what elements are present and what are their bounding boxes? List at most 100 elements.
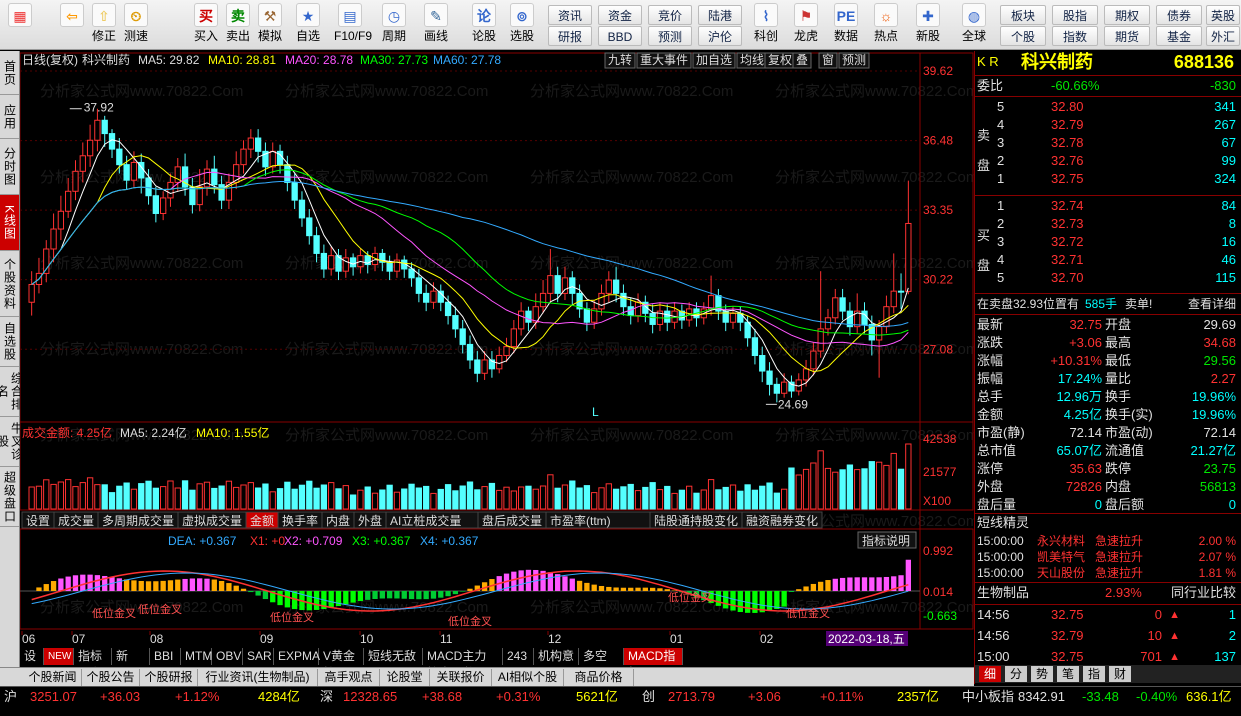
indicator-tab[interactable]: MACD主力控盘函数	[423, 648, 503, 680]
compare-sector-button[interactable]: 同行业比较	[1171, 584, 1236, 602]
volume-bar	[846, 464, 854, 510]
news-tab[interactable]: AI相似个股	[492, 669, 564, 686]
news-tab[interactable]: 关联报价	[430, 669, 492, 686]
nav-tab[interactable]: 综合排名	[0, 367, 24, 417]
pending-order-text: 在卖盘32.93位置有	[977, 297, 1080, 311]
tick-tab[interactable]: 笔	[1057, 666, 1079, 682]
indicator-tab[interactable]: 机构意愿A	[534, 648, 579, 680]
toolbar-market-button[interactable]: 债券	[1156, 5, 1202, 25]
volume-bar	[591, 492, 598, 510]
kline-chart-area[interactable]: 分析家公式网www.70822.Com 分析家公式网www.70822.Com 分析…	[19, 51, 978, 684]
news-tab[interactable]: 个股研报	[140, 669, 198, 686]
new-badge[interactable]: NEW	[44, 648, 74, 665]
toolbar-small-button[interactable]: 研报	[548, 26, 592, 46]
nav-tab[interactable]: 个股资料	[0, 251, 19, 317]
volume-bar	[269, 491, 276, 510]
toolbar-market-button[interactable]: 英股	[1206, 5, 1240, 25]
period-button[interactable]: ◷ 周期	[378, 3, 410, 47]
tick-tab[interactable]: 指	[1083, 666, 1105, 682]
indicator-tab[interactable]: 短线无敌888	[364, 648, 423, 680]
toolbar-market-button[interactable]: 基金	[1156, 26, 1202, 46]
indicator-tab[interactable]: V黄金柱V	[319, 648, 364, 680]
stat-value: 72826	[1065, 479, 1102, 494]
stat-label: 振幅	[977, 371, 1004, 386]
indicator-tab[interactable]: 指标平台	[74, 648, 112, 680]
toolbar-market-button[interactable]: 板块	[1000, 5, 1046, 25]
nav-tab[interactable]: 分时图	[0, 139, 19, 195]
volume-bar	[832, 471, 839, 510]
macd-bar	[131, 580, 137, 591]
hot-button[interactable]: ☼ 热点	[870, 3, 902, 47]
nav-tab[interactable]: K线图	[0, 195, 19, 251]
nav-tab[interactable]: 超级盘口	[0, 467, 19, 527]
kr-badge: K R	[977, 54, 999, 69]
pencil-button[interactable]: ✎ 画线	[420, 3, 452, 47]
volume-bar	[576, 487, 583, 510]
bid-level: 5	[997, 270, 1005, 285]
nav-tab[interactable]: 首页	[0, 51, 19, 95]
indicator-tab[interactable]: BBI	[150, 648, 181, 665]
tick-tab[interactable]: 势	[1031, 666, 1053, 682]
f10-button[interactable]: ▤ F10/F9	[334, 3, 372, 47]
macd-bar	[839, 577, 846, 591]
hammer-button[interactable]: ⚒ 模拟	[254, 3, 286, 47]
macd-bar	[43, 584, 49, 591]
news-tab[interactable]: 行业资讯(生物制品)	[198, 669, 318, 686]
news-tab[interactable]: 个股公告	[82, 669, 140, 686]
toolbar-small-button[interactable]: 沪伦	[698, 26, 742, 46]
news-tab[interactable]: 高手观点	[318, 669, 380, 686]
dragon-tiger-button[interactable]: ⚑ 龙虎	[790, 3, 822, 47]
sell-button[interactable]: 卖卖出	[222, 3, 254, 47]
indicator-tab[interactable]: OBV	[212, 648, 243, 665]
news-tab[interactable]: 个股新闻	[24, 669, 82, 686]
toolbar-small-button[interactable]: 竞价	[648, 5, 692, 25]
toolbar-small-button[interactable]: 陆港	[698, 5, 742, 25]
macd-x2: X2: +0.709	[284, 534, 343, 548]
globe-button[interactable]: ◍ 全球	[958, 3, 990, 47]
pe-button[interactable]: PE 数据	[830, 3, 862, 47]
news-tab[interactable]: 论股堂	[380, 669, 430, 686]
windows-button[interactable]: ▦	[4, 3, 36, 47]
select-button[interactable]: ⊚ 选股	[506, 3, 538, 47]
volume-bar	[423, 485, 430, 510]
nav-tab[interactable]: 应用	[0, 95, 19, 139]
header-button-label: 重大事件	[640, 53, 688, 67]
nav-tab[interactable]: 牛叉诊股	[0, 417, 24, 467]
volume-bar	[138, 483, 145, 510]
toolbar-market-button[interactable]: 期货	[1104, 26, 1150, 46]
indicator-tab[interactable]: 设置	[20, 648, 44, 680]
clock-button[interactable]: ⏲ 测速	[120, 3, 152, 47]
indicator-tab[interactable]: 243	[503, 648, 534, 665]
indicator-tab[interactable]: 新DMA	[112, 648, 150, 680]
toolbar-market-button[interactable]: 指数	[1052, 26, 1098, 46]
toolbar-small-button[interactable]: 预测	[648, 26, 692, 46]
tick-tab[interactable]: 细	[979, 666, 1001, 682]
toolbar-small-button[interactable]: BBD	[598, 26, 642, 46]
toolbar-market-button[interactable]: 股指	[1052, 5, 1098, 25]
star-market-button[interactable]: ⌇ 科创	[750, 3, 782, 47]
toolbar-small-button[interactable]: 资金	[598, 5, 642, 25]
news-tab[interactable]: 商品价格	[564, 669, 634, 686]
view-detail-button[interactable]: 查看详细	[1188, 295, 1236, 313]
indicator-tab[interactable]: MTM	[181, 648, 212, 665]
toolbar-small-button[interactable]: 资讯	[548, 5, 592, 25]
tick-tab[interactable]: 分	[1005, 666, 1027, 682]
indicator-tab[interactable]: SAR	[243, 648, 274, 665]
up-arrow-button[interactable]: ⇧ 修正	[88, 3, 120, 47]
tick-tab[interactable]: 财	[1109, 666, 1131, 682]
toolbar-label: 测速	[123, 29, 148, 43]
candle-body	[189, 186, 196, 206]
toolbar-market-button[interactable]: 期权	[1104, 5, 1150, 25]
indicator-tab[interactable]: MACD指标王	[624, 648, 683, 680]
star-button[interactable]: ★ 自选	[292, 3, 324, 47]
stat-label: 最新	[977, 317, 1004, 332]
buy-button[interactable]: 买买入	[190, 3, 222, 47]
indicator-tab[interactable]: 多空CXX	[579, 648, 624, 680]
back-arrow-button[interactable]: ⇦	[56, 3, 88, 47]
discuss-button[interactable]: 论论股	[468, 3, 500, 47]
indicator-tab[interactable]: EXPMA	[274, 648, 320, 665]
nav-tab[interactable]: 自选股	[0, 317, 19, 367]
toolbar-market-button[interactable]: 个股	[1000, 26, 1046, 46]
toolbar-market-button[interactable]: 外汇	[1206, 26, 1240, 46]
new-stock-button[interactable]: ✚ 新股	[912, 3, 944, 47]
